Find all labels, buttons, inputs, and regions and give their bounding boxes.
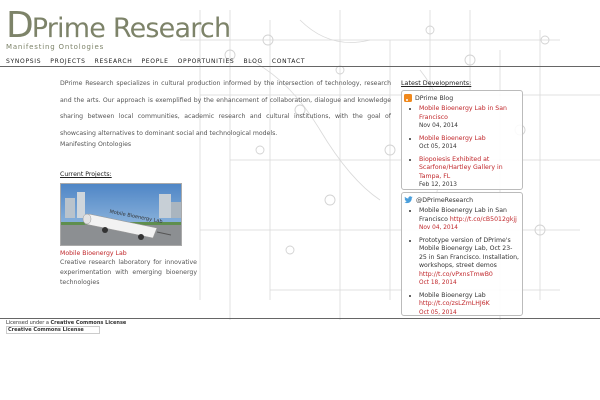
twitter-feed-title[interactable]: @DPrimeResearch — [416, 197, 473, 204]
tweet-link[interactable]: http://t.co/cB5012gkjj — [450, 216, 517, 223]
nav-blog[interactable]: BLOG — [243, 58, 262, 65]
twitter-feed-list: Mobile Bioenergy Lab in San Francisco ht… — [419, 207, 519, 321]
intro-paragraph: DPrime Research specializes in cultural … — [60, 80, 391, 137]
site-tagline: Manifesting Ontologies — [6, 43, 105, 51]
blog-feed-list: Mobile Bioenergy Lab in San Francisco No… — [419, 105, 519, 194]
site-logo[interactable]: DPrime Research — [6, 5, 231, 47]
list-item: Prototype version of DPrime's Mobile Bio… — [419, 237, 519, 288]
tweet-date[interactable]: Nov 04, 2014 — [419, 224, 519, 233]
nav-opportunities[interactable]: OPPORTUNITIES — [178, 58, 235, 65]
footer-divider — [0, 318, 600, 319]
tweet-date[interactable]: Oct 18, 2014 — [419, 279, 519, 288]
latest-developments-heading: Latest Developments: — [401, 79, 472, 87]
project-thumbnail[interactable]: Mobile Bioenergy Lab — [60, 183, 182, 246]
post-date: Nov 04, 2014 — [419, 123, 458, 129]
list-item: Mobile Bioenergy Lab in San Francisco No… — [419, 105, 519, 131]
tweet-link[interactable]: http://t.co/vPxnsTmwB0 — [419, 271, 493, 278]
nav-synopsis[interactable]: SYNOPSIS — [6, 58, 41, 65]
list-item: Mobile Bioenergy Lab in San Francisco ht… — [419, 207, 519, 233]
post-date: Feb 12, 2013 — [419, 182, 457, 188]
twitter-feed-box: @DPrimeResearch Mobile Bioenergy Lab in … — [401, 192, 523, 316]
nav-contact[interactable]: CONTACT — [272, 58, 305, 65]
blog-post-link[interactable]: Biopoiesis Exhibited at Scarfone/Hartley… — [419, 156, 503, 180]
license-badge[interactable]: Creative Commons License — [6, 326, 100, 334]
list-item: Mobile Bioenergy Lab Oct 05, 2014 — [419, 135, 519, 152]
project-description: Creative research laboratory for innovat… — [60, 259, 197, 286]
blog-post-link[interactable]: Mobile Bioenergy Lab in San Francisco — [419, 105, 507, 121]
list-item: Biopoiesis Exhibited at Scarfone/Hartley… — [419, 156, 519, 190]
twitter-icon — [404, 196, 413, 204]
nav-research[interactable]: RESEARCH — [95, 58, 133, 65]
nav-projects[interactable]: PROJECTS — [50, 58, 85, 65]
main-nav: SYNOPSIS PROJECTS RESEARCH PEOPLE OPPORT… — [0, 56, 600, 67]
rss-icon — [404, 94, 412, 102]
tweet-text: Prototype version of DPrime's Mobile Bio… — [419, 236, 520, 270]
tweet-link[interactable]: http://t.co/zsLZmLHJ6K — [419, 300, 490, 307]
tweet-date[interactable]: Oct 05, 2014 — [419, 309, 519, 318]
intro-tagline: Manifesting Ontologies — [60, 141, 132, 148]
blog-feed-title[interactable]: DPrime Blog — [415, 95, 453, 102]
current-projects-heading: Current Projects: — [60, 171, 112, 178]
logo-text: Prime Research — [31, 13, 231, 44]
post-date: Oct 05, 2014 — [419, 144, 457, 150]
logo-initial: D — [6, 5, 34, 46]
nav-people[interactable]: PEOPLE — [141, 58, 168, 65]
tweet-text: Mobile Bioenergy Lab — [419, 291, 486, 299]
list-item: Mobile Bioenergy Lab http://t.co/zsLZmLH… — [419, 292, 519, 318]
blog-feed-box: DPrime Blog Mobile Bioenergy Lab in San … — [401, 90, 523, 190]
blog-post-link[interactable]: Mobile Bioenergy Lab — [419, 135, 486, 142]
